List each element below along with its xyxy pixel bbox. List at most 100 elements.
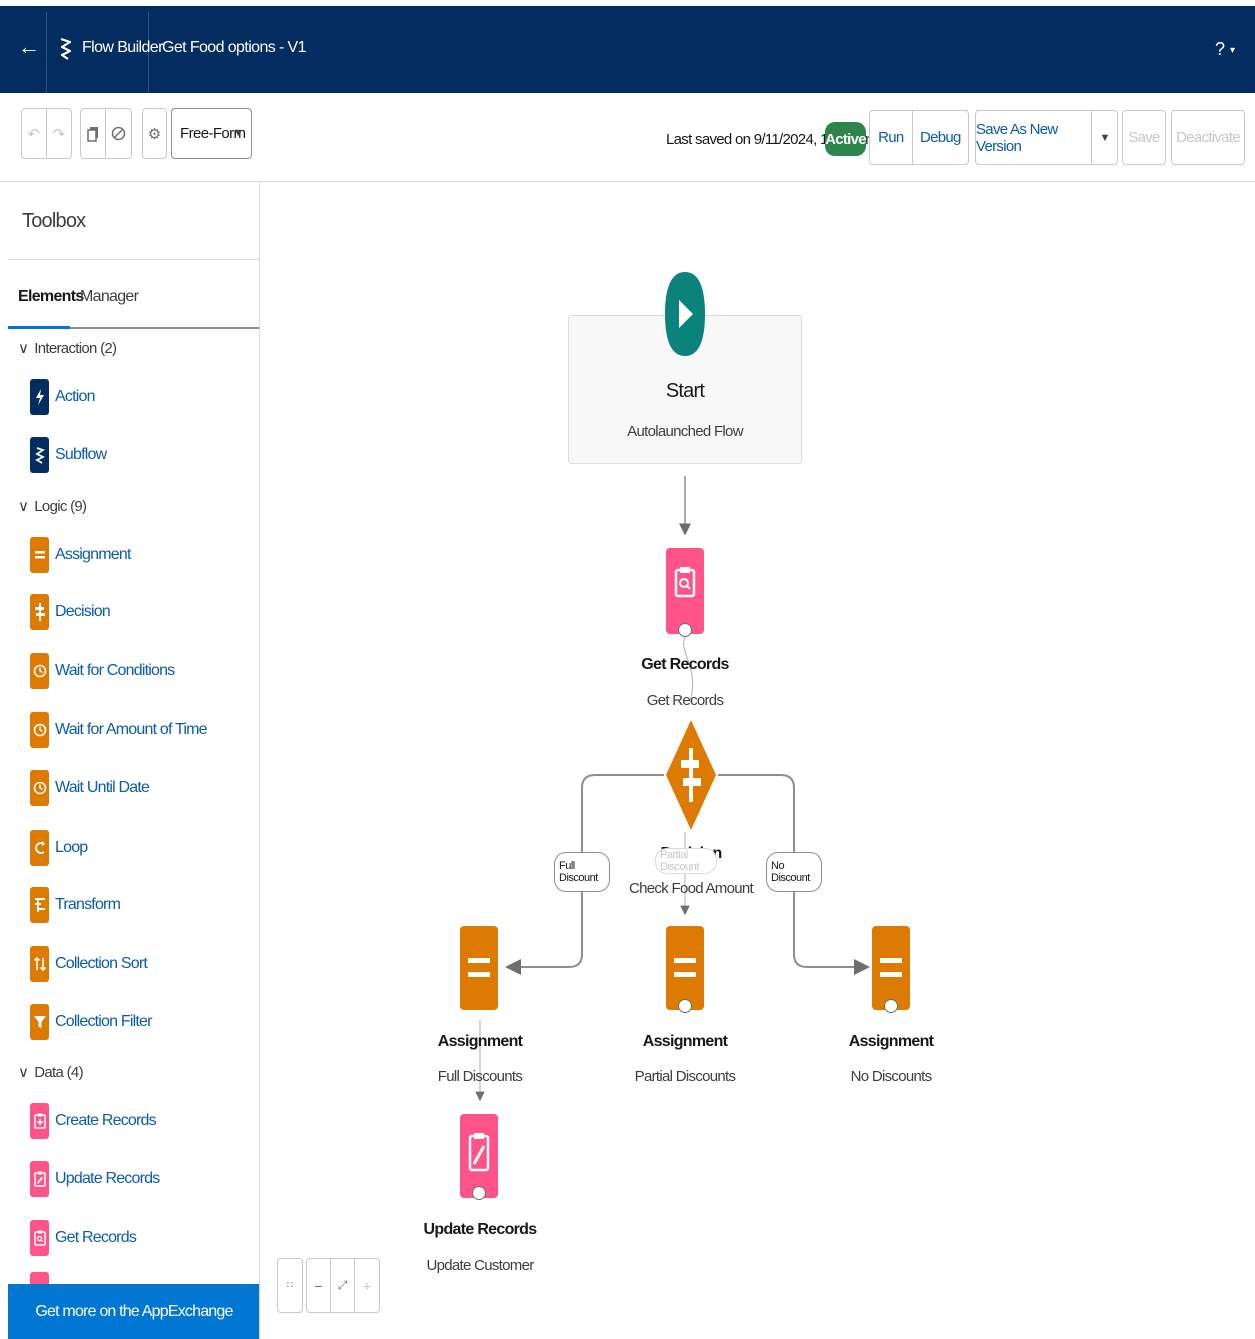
branch-label-partial-discount[interactable]: Partial Discount: [655, 848, 717, 874]
save-options-button[interactable]: ▼: [1092, 111, 1117, 164]
chevron-down-icon: ▾: [1229, 44, 1235, 56]
toolbox-item-update-records[interactable]: Update Records: [30, 1161, 160, 1197]
save-button[interactable]: Save: [1123, 111, 1165, 164]
copy-icon: [87, 126, 98, 142]
start-title: Start: [665, 380, 705, 402]
toolbox-item-label: Loop: [55, 839, 88, 856]
decision-node[interactable]: [664, 718, 718, 832]
copy-clear-group: [80, 108, 132, 159]
toolbox-item-label: Wait Until Date: [55, 779, 150, 796]
toolbox-item-get-records[interactable]: Get Records: [30, 1220, 137, 1256]
assignment-node-partial[interactable]: [666, 926, 704, 1010]
section-logic[interactable]: ∨ Logic (9): [18, 497, 87, 515]
tab-elements[interactable]: Elements: [18, 288, 84, 306]
update-records-icon: [30, 1161, 49, 1197]
zoom-out-button[interactable]: −: [307, 1259, 331, 1312]
assignment-full-name: Full Discounts: [437, 1068, 523, 1085]
toolbox-item-collection-sort[interactable]: Collection Sort: [30, 946, 148, 982]
fit-to-view-button[interactable]: ⤢: [331, 1259, 355, 1312]
toolbox-item-subflow[interactable]: Subflow: [30, 437, 107, 473]
debug-button[interactable]: Debug: [913, 111, 968, 164]
zoom-controls: − ⤢ +: [306, 1258, 380, 1313]
get-records-icon: [30, 1220, 49, 1256]
clock-icon: [30, 770, 49, 806]
start-subtitle: Autolaunched Flow: [627, 423, 743, 440]
connector-handle[interactable]: [472, 1186, 486, 1200]
marquee-select-button[interactable]: ∷: [278, 1259, 302, 1312]
toolbox-item-loop[interactable]: Loop: [30, 830, 88, 866]
section-interaction[interactable]: ∨ Interaction (2): [18, 339, 117, 357]
lightning-icon: [30, 379, 49, 415]
assignment-node-no[interactable]: [872, 926, 910, 1010]
toolbox-item-transform[interactable]: Transform: [30, 887, 121, 923]
flow-canvas[interactable]: Start Autolaunched Flow Get Records Get …: [260, 182, 1255, 1339]
deactivate-button[interactable]: Deactivate: [1172, 111, 1244, 164]
tab-manager[interactable]: Manager: [80, 288, 139, 306]
redo-icon: ↷: [52, 125, 66, 143]
plus-icon: +: [362, 1277, 372, 1294]
save-as-new-version-button[interactable]: Save As New Version: [976, 111, 1093, 164]
minus-icon: −: [314, 1277, 323, 1294]
subflow-icon: [30, 437, 49, 473]
get-records-node[interactable]: [666, 548, 704, 634]
toolbox-item-label: Subflow: [55, 446, 107, 463]
gear-icon: ⚙: [147, 125, 162, 143]
create-records-icon: [30, 1103, 49, 1139]
section-label: Data (4): [34, 1064, 83, 1081]
divider: [8, 259, 259, 260]
assignment-icon: [880, 958, 902, 977]
toolbox-panel: Toolbox Elements Manager ∨ Interaction (2…: [8, 182, 260, 1339]
header-divider: [46, 12, 47, 93]
start-play-icon[interactable]: [665, 270, 705, 358]
assignment-no-type: Assignment: [848, 1033, 934, 1050]
toolbox-item-wait-for-amount-of-time[interactable]: Wait for Amount of Time: [30, 712, 208, 748]
get-records-icon: [674, 567, 696, 598]
decision-icon: [30, 594, 49, 630]
chevron-down-icon: ▼: [1099, 131, 1110, 144]
header-divider: [148, 12, 149, 93]
cancel-button[interactable]: [106, 109, 131, 158]
back-arrow-icon[interactable]: ←: [18, 36, 40, 58]
assignment-partial-name: Partial Discounts: [634, 1068, 736, 1085]
toolbox-item-label: Create Records: [55, 1112, 157, 1129]
update-records-type: Update Records: [423, 1221, 538, 1238]
help-menu[interactable]: ? ▾: [1215, 39, 1235, 60]
toolbox-item-label: Wait for Conditions: [55, 662, 175, 679]
undo-button[interactable]: ↶: [22, 109, 47, 158]
help-icon: ?: [1214, 39, 1225, 59]
toolbox-item-collection-filter[interactable]: Collection Filter: [30, 1004, 152, 1040]
settings-button[interactable]: ⚙: [143, 109, 166, 158]
assignment-icon: [468, 958, 490, 977]
toolbox-item-wait-until-date[interactable]: Wait Until Date: [30, 770, 150, 806]
toolbox-item-assignment[interactable]: Assignment: [30, 537, 131, 573]
assignment-node-full[interactable]: [460, 926, 498, 1010]
canvas-mode-select[interactable]: Free-Form ▼: [171, 108, 252, 159]
toolbox-item-label: Action: [55, 388, 95, 405]
flow-builder-logo-icon: [60, 37, 72, 60]
assignment-icon: [30, 537, 49, 573]
section-data[interactable]: ∨ Data (4): [18, 1063, 84, 1081]
run-debug-group: Run Debug: [869, 110, 969, 165]
toolbox-item-create-records[interactable]: Create Records: [30, 1103, 157, 1139]
zoom-in-button[interactable]: +: [355, 1259, 379, 1312]
connector-handle[interactable]: [678, 623, 692, 637]
undo-redo-group: ↶ ↷: [21, 108, 72, 159]
redo-button[interactable]: ↷: [47, 109, 71, 158]
toolbox-item-decision[interactable]: Decision: [30, 594, 111, 630]
branch-label-no-discount[interactable]: No Discount: [766, 852, 822, 892]
toolbox-item-action[interactable]: Action: [30, 379, 95, 415]
connector-handle[interactable]: [884, 999, 898, 1013]
branch-label-full-discount[interactable]: Full Discount: [554, 852, 610, 892]
sort-icon: [30, 946, 49, 982]
copy-button[interactable]: [81, 109, 106, 158]
run-button[interactable]: Run: [870, 111, 913, 164]
clock-icon: [30, 653, 49, 689]
section-label: Logic (9): [34, 498, 87, 515]
get-records-type: Get Records: [641, 656, 729, 673]
assignment-full-type: Assignment: [437, 1033, 523, 1050]
toolbox-item-label: Assignment: [55, 546, 131, 563]
toolbar: ↶ ↷ ⚙ Free-Form ▼ Last saved on 9/11/202…: [0, 93, 1255, 182]
appexchange-button[interactable]: Get more on the AppExchange: [8, 1284, 259, 1339]
connector-handle[interactable]: [678, 999, 692, 1013]
toolbox-item-wait-for-conditions[interactable]: Wait for Conditions: [30, 653, 175, 689]
